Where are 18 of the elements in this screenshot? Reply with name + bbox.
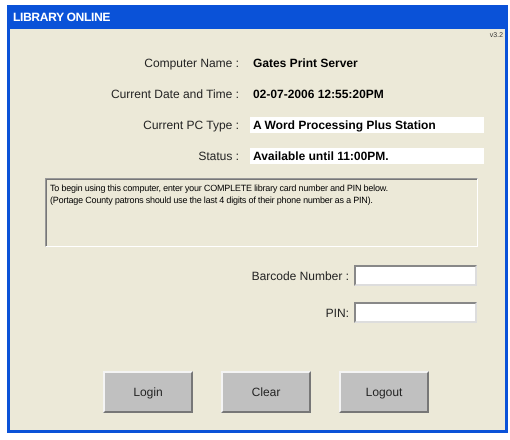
info-label: Current Date and Time : xyxy=(110,86,239,103)
message-line: To begin using this computer, enter your COMPLETE library card number and PIN below. xyxy=(50,182,389,194)
info-label: Computer Name : xyxy=(143,55,239,72)
info-value: 02-07-2006 12:55:20PM xyxy=(252,86,385,102)
info-value: Gates Print Server xyxy=(252,55,359,71)
field-label: Barcode Number : xyxy=(250,268,349,284)
action-button[interactable]: Clear xyxy=(221,371,311,413)
field-label: PIN: xyxy=(324,304,349,322)
info-label: Status : xyxy=(197,148,239,165)
input-field[interactable] xyxy=(354,265,477,286)
action-button[interactable]: Login xyxy=(103,371,193,413)
window-title: LIBRARY ONLINE xyxy=(13,9,110,26)
info-value: Available until 11:00PM. xyxy=(250,148,484,164)
action-button[interactable]: Logout xyxy=(339,371,429,413)
message-line: (Portage County patrons should use the last 4 digits of their phone number as a PIN). xyxy=(50,194,374,206)
info-label: Current PC Type : xyxy=(142,117,239,134)
input-field[interactable] xyxy=(354,302,477,323)
info-value: A Word Processing Plus Station xyxy=(250,117,484,133)
